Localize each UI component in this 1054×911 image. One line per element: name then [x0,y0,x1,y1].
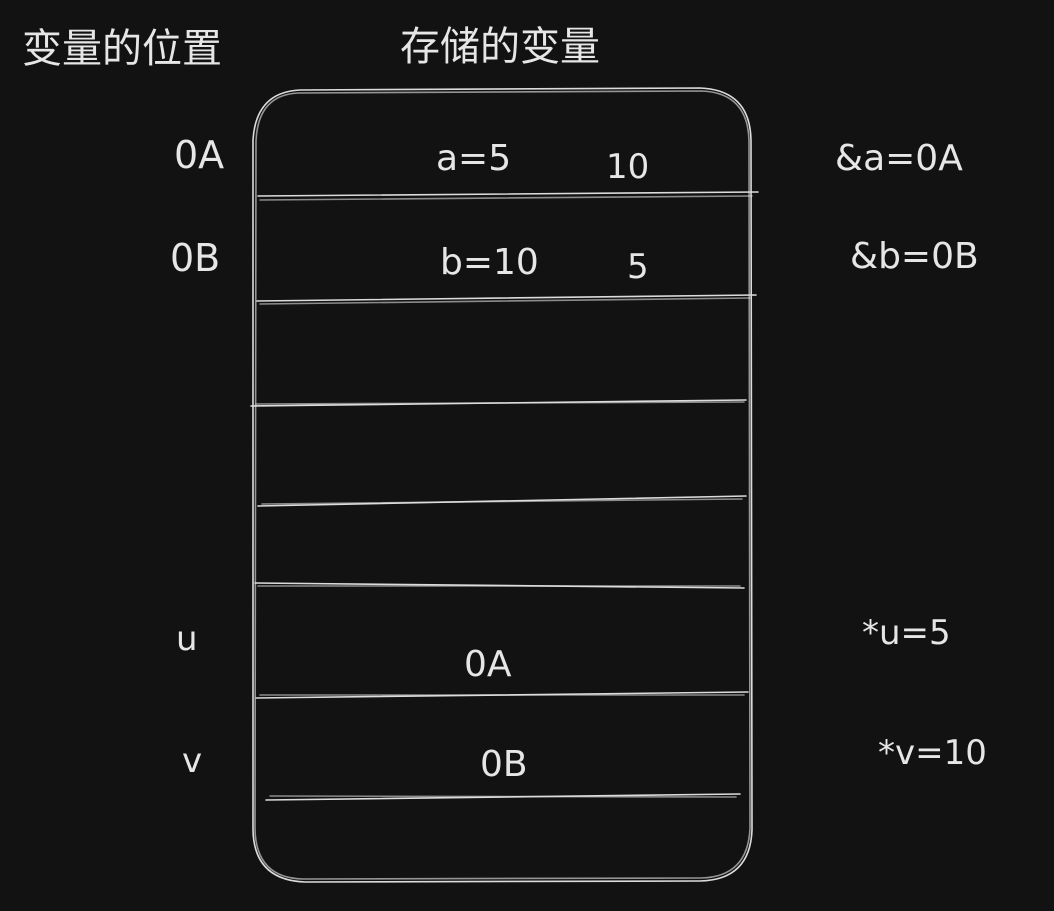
address-label-0b: 0B [170,236,220,280]
memory-diagram: 变量的位置 存储的变量 0A a=5 10 &a=0A 0B b=10 5 &b… [22,24,987,883]
pointer-label-u: u [176,619,198,659]
deref-v-note: *v=10 [878,733,987,773]
divider-line-1 [257,191,759,201]
address-of-a-note: &a=0A [835,138,963,179]
divider-line-7 [265,793,741,801]
cell-value-v: 0B [480,744,528,785]
cell-swapped-value-a: 10 [606,147,649,187]
cell-swapped-value-b: 5 [627,247,649,287]
divider-line-4 [257,495,747,507]
pointer-label-v: v [182,741,202,781]
cell-value-u: 0A [464,644,512,685]
header-variable-location: 变量的位置 [22,26,222,72]
memory-row-u: u 0A *u=5 [176,613,951,685]
memory-row-a: 0A a=5 10 &a=0A [174,133,963,187]
cell-value-b: b=10 [440,242,539,283]
memory-row-v: v 0B *v=10 [182,733,987,785]
divider-line-5 [254,582,745,589]
divider-line-6 [255,691,749,699]
memory-dividers [250,191,759,801]
address-label-0a: 0A [174,133,224,177]
deref-u-note: *u=5 [862,613,951,653]
divider-line-2 [256,294,757,305]
memory-row-b: 0B b=10 5 &b=0B [170,236,979,287]
address-of-b-note: &b=0B [850,236,979,277]
divider-line-3 [250,399,747,407]
cell-value-a: a=5 [436,138,511,179]
header-stored-variable: 存储的变量 [400,24,600,70]
